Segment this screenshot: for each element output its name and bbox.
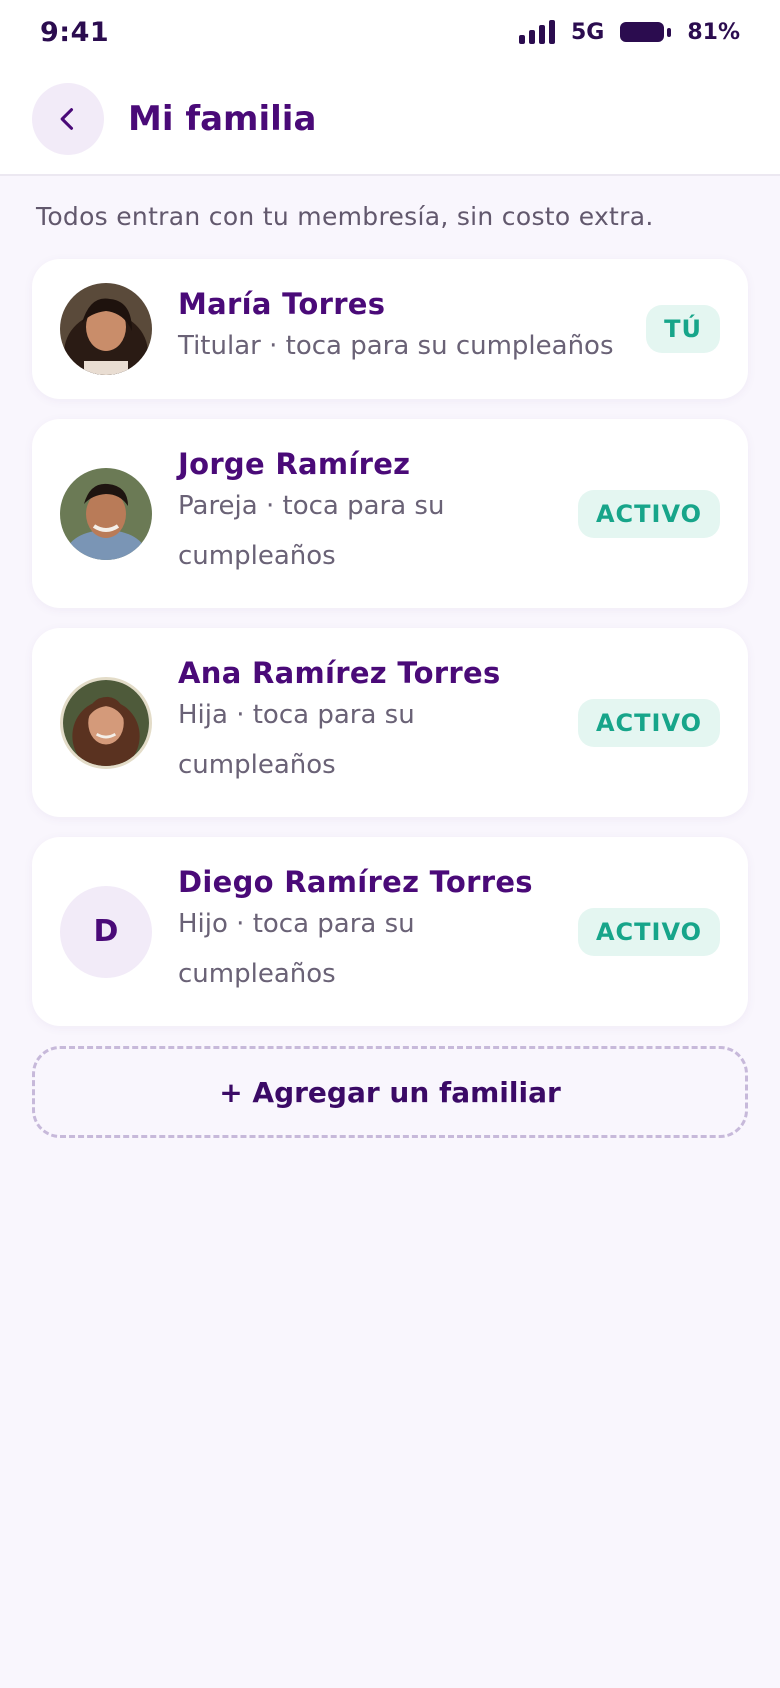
member-name: María Torres	[178, 287, 386, 321]
member-name: Jorge Ramírez	[178, 446, 411, 481]
member-info: Jorge Ramírez Pareja · toca para su cump…	[178, 447, 578, 581]
member-description: Titular · toca para su cumpleaños	[178, 331, 614, 361]
member-card-diego[interactable]: D Diego Ramírez Torres Hijo · toca para …	[32, 837, 748, 1026]
avatar	[60, 676, 152, 769]
member-card-ana[interactable]: Ana Ramírez Torres Hija · toca para su c…	[32, 628, 748, 817]
avatar	[60, 283, 152, 375]
member-card-jorge[interactable]: Jorge Ramírez Pareja · toca para su cump…	[32, 419, 748, 608]
status-badge: ACTIVO	[577, 907, 720, 956]
member-card-maria[interactable]: María Torres Titular · toca para su cump…	[32, 259, 748, 399]
add-family-member-button[interactable]: + Agregar un familiar	[32, 1046, 748, 1138]
status-badge: ACTIVO	[577, 489, 720, 538]
signal-icon	[518, 20, 555, 44]
status-badge: ACTIVO	[577, 698, 720, 747]
page-title: Mi familia	[128, 99, 317, 139]
member-name: Diego Ramírez Torres	[178, 864, 533, 899]
member-description: Hija · toca para su cumpleaños	[178, 699, 415, 780]
member-info: Diego Ramírez Torres Hijo · toca para su…	[178, 865, 578, 999]
avatar	[60, 467, 152, 560]
member-info: María Torres Titular · toca para su cump…	[178, 287, 646, 371]
member-description: Hijo · toca para su cumpleaños	[178, 908, 415, 989]
member-info: Ana Ramírez Torres Hija · toca para su c…	[178, 656, 578, 790]
member-description: Pareja · toca para su cumpleaños	[178, 490, 445, 571]
network-label: 5G	[570, 19, 605, 45]
back-button[interactable]	[32, 83, 104, 155]
status-indicators: 5G 81%	[518, 19, 740, 45]
chevron-left-icon	[60, 108, 74, 130]
status-badge: TÚ	[646, 305, 720, 353]
member-name: Ana Ramírez Torres	[178, 655, 501, 690]
status-bar: 9:41 5G 81%	[0, 0, 780, 64]
family-list-section: Todos entran con tu membresía, sin costo…	[0, 176, 780, 1138]
avatar-initial: D	[60, 885, 152, 978]
battery-icon	[620, 22, 672, 42]
page-header: Mi familia	[0, 64, 780, 176]
membership-note: Todos entran con tu membresía, sin costo…	[36, 202, 654, 231]
battery-percent: 81%	[687, 19, 740, 45]
status-time: 9:41	[40, 16, 110, 48]
